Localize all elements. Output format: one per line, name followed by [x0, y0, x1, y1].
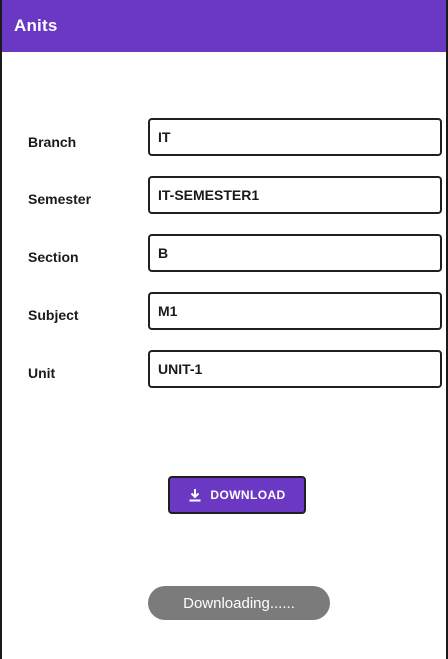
app-bar: Anits	[2, 0, 446, 52]
app-screen: Anits Branch IT Semester IT-SEMESTER1 Se…	[0, 0, 448, 659]
branch-field[interactable]: IT	[148, 118, 442, 156]
semester-field[interactable]: IT-SEMESTER1	[148, 176, 442, 214]
branch-label: Branch	[28, 134, 77, 150]
subject-field[interactable]: M1	[148, 292, 442, 330]
section-field[interactable]: B	[148, 234, 442, 272]
unit-field[interactable]: UNIT-1	[148, 350, 442, 388]
subject-label: Subject	[28, 307, 79, 323]
downloading-toast: Downloading......	[148, 586, 330, 620]
semester-label: Semester	[28, 191, 92, 207]
download-button[interactable]: DOWNLOAD	[168, 476, 306, 514]
download-button-label: DOWNLOAD	[210, 488, 286, 502]
section-label: Section	[28, 249, 79, 265]
unit-label: Unit	[28, 365, 56, 381]
download-icon	[188, 488, 202, 502]
app-title: Anits	[14, 16, 58, 35]
